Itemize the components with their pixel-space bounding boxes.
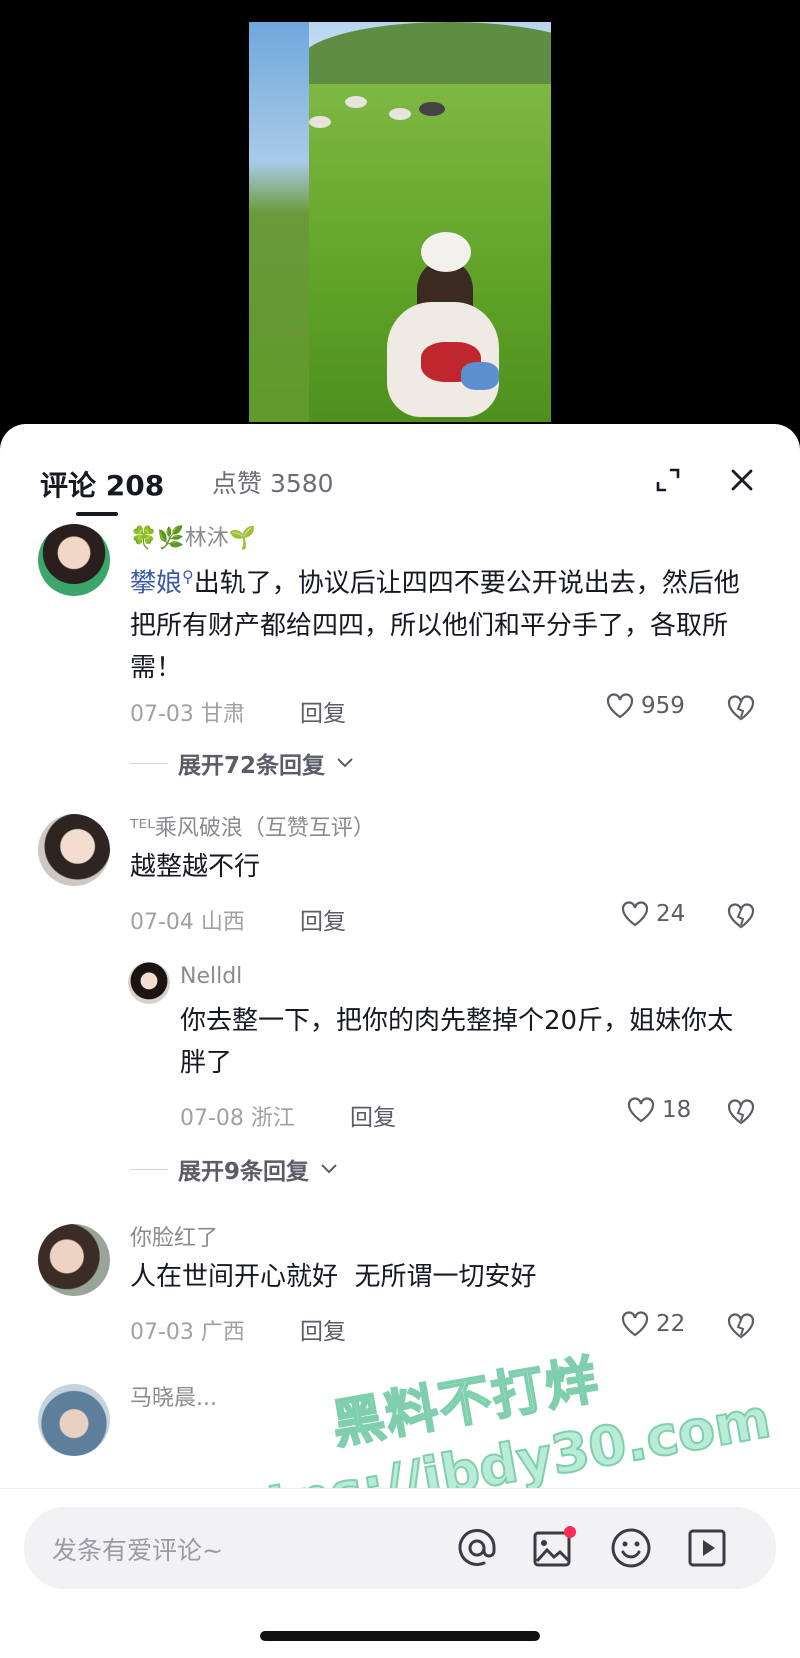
like-count: 18 (662, 1097, 692, 1123)
comment-username[interactable]: 马晓晨... (130, 1380, 217, 1412)
heart-icon (606, 693, 634, 719)
heart-icon (627, 1097, 655, 1123)
reply-text: 你去整一下，把你的肉先整掉个20斤，姐妹你太胖了 (180, 1006, 734, 1078)
tab-comments[interactable]: 评论 208 (40, 464, 164, 504)
comment-input[interactable]: 发条有爱评论~ (24, 1507, 776, 1589)
like-button[interactable]: 24 (620, 900, 685, 928)
tab-underline (76, 512, 118, 516)
chevron-down-icon (321, 1164, 337, 1174)
chevron-down-icon (337, 758, 353, 768)
home-indicator (260, 1631, 540, 1641)
avatar[interactable] (38, 814, 110, 886)
comment-meta: 07-04 山西 (130, 910, 245, 935)
mention-icon[interactable] (454, 1525, 500, 1571)
comment-input-bar: 发条有爱评论~ (0, 1488, 800, 1658)
avatar[interactable] (38, 1224, 110, 1296)
like-button[interactable]: 959 (605, 692, 685, 720)
video-preview[interactable] (0, 0, 800, 440)
heart-icon (621, 901, 649, 927)
reply-button[interactable]: 回复 (350, 1098, 396, 1132)
comment-text: 攀娘⚲出轨了，协议后让四四不要公开说出去，然后他把所有财产都给四四，所以他们和平… (130, 556, 750, 689)
dislike-icon[interactable] (726, 902, 756, 932)
avatar[interactable] (128, 962, 170, 1004)
avatar[interactable] (38, 1384, 110, 1456)
reply-button[interactable]: 回复 (300, 1312, 346, 1346)
video-icon[interactable] (684, 1525, 730, 1571)
video-thumbnail (249, 22, 551, 422)
comment-meta: 07-03 甘肃 (130, 702, 245, 727)
comment-body: 出轨了，协议后让四四不要公开说出去，然后他把所有财产都给四四，所以他们和平分手了… (130, 568, 740, 683)
heart-icon (621, 1311, 649, 1337)
like-count: 24 (656, 901, 686, 927)
comment-text: 人在世间开心就好 无所谓一切安好 (130, 1262, 537, 1292)
like-button[interactable]: 18 (626, 1096, 691, 1124)
comment-text: 越整越不行 (130, 852, 261, 882)
mention-link[interactable]: 攀娘 (130, 569, 182, 599)
reply-username[interactable]: Nelldl (180, 964, 242, 989)
comment-username[interactable]: ᵀᴱᴸ乘风破浪（互赞互评） (130, 810, 375, 842)
expand-icon[interactable] (650, 462, 686, 498)
comment-tabs: 评论 208 点赞 3580 (0, 424, 800, 524)
comment-username[interactable]: 🍀🌿林沐🌱 (130, 520, 256, 552)
expand-replies[interactable]: 展开9条回复 (130, 1152, 339, 1186)
like-button[interactable]: 22 (620, 1310, 685, 1338)
dislike-icon[interactable] (726, 694, 756, 724)
expand-replies[interactable]: 展开72条回复 (130, 746, 355, 780)
expand-replies-label: 展开72条回复 (178, 753, 326, 779)
image-icon[interactable] (530, 1525, 576, 1571)
like-count: 22 (656, 1311, 686, 1337)
tab-likes[interactable]: 点赞 3580 (212, 464, 334, 500)
expand-replies-label: 展开9条回复 (178, 1159, 310, 1185)
avatar[interactable] (38, 524, 110, 596)
like-count: 959 (641, 693, 685, 719)
reply-meta: 07-08 浙江 (180, 1106, 295, 1131)
reply-button[interactable]: 回复 (300, 902, 346, 936)
reply-button[interactable]: 回复 (300, 694, 346, 728)
dislike-icon[interactable] (726, 1312, 756, 1342)
dislike-icon[interactable] (726, 1098, 756, 1128)
search-icon: ⚲ (182, 567, 194, 586)
notification-dot (564, 1526, 576, 1538)
close-icon[interactable] (724, 462, 760, 498)
comment-input-placeholder: 发条有爱评论~ (52, 1536, 223, 1565)
comment-meta: 07-03 广西 (130, 1320, 245, 1345)
comment-username[interactable]: 你脸红了 (130, 1220, 218, 1252)
emoji-icon[interactable] (608, 1525, 654, 1571)
